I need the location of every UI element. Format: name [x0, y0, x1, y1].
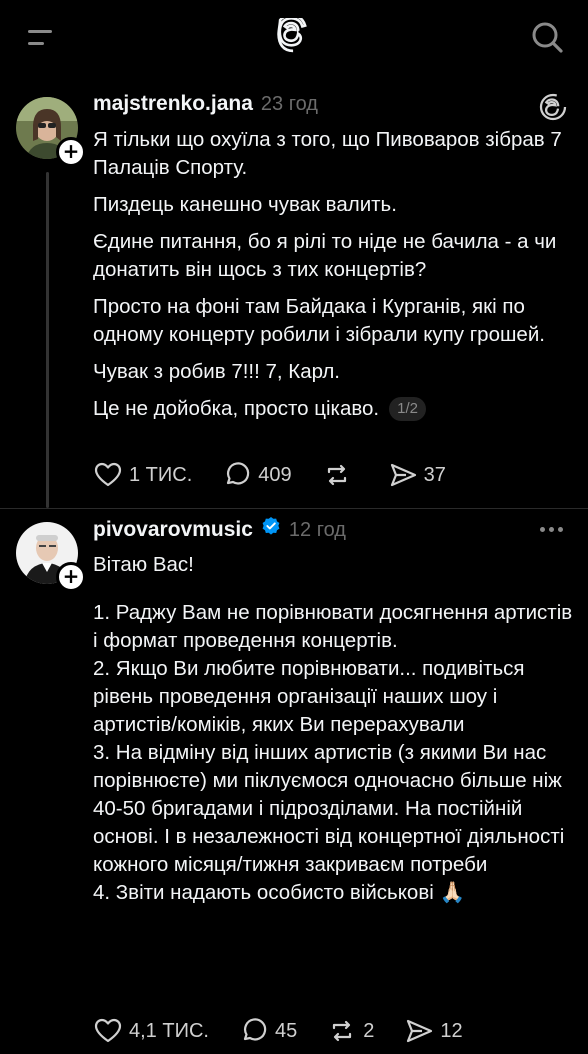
- follow-plus-icon[interactable]: +: [56, 562, 86, 592]
- repost-button[interactable]: [322, 460, 358, 490]
- username[interactable]: pivovarovmusic: [93, 518, 253, 542]
- threads-logo-icon: [539, 93, 567, 121]
- heart-icon: [94, 1018, 122, 1043]
- repost-icon: [327, 464, 346, 486]
- repost-count: 2: [363, 1019, 375, 1042]
- post-paragraph: Просто на фоні там Байдака і Курганів, я…: [93, 295, 545, 346]
- like-count: 1 ТИС.: [129, 463, 193, 486]
- post-body: Я тільки що охуїла з того, що Пивоваров …: [93, 126, 573, 423]
- reply-button[interactable]: 409: [222, 460, 292, 490]
- follow-plus-icon[interactable]: +: [56, 137, 86, 167]
- post-actions: 1 ТИС. 409 37: [93, 459, 476, 491]
- reply-count: 45: [274, 1019, 298, 1042]
- post-time: 12 год: [288, 519, 346, 541]
- thread-connector-line: [46, 172, 49, 508]
- post-meta: pivovarovmusic 12 год: [93, 516, 346, 546]
- post-paragraph: Єдине питання, бо я рілі то ніде не бачи…: [93, 230, 557, 281]
- thread-pager-badge[interactable]: 1/2: [389, 397, 426, 421]
- post-line: 3. На відміну від інших артистів (з яким…: [93, 741, 565, 876]
- post-meta: majstrenko.jana 23 год: [93, 92, 318, 122]
- username[interactable]: majstrenko.jana: [93, 92, 253, 116]
- post-divider: [0, 508, 588, 509]
- share-count: 37: [423, 463, 446, 486]
- reply-button[interactable]: 45: [239, 1016, 297, 1046]
- repost-icon: [333, 1020, 352, 1042]
- post-body: Вітаю Вас! 1. Раджу Вам не порівнювати д…: [93, 551, 575, 907]
- verified-badge-icon: [262, 517, 280, 535]
- post-line: 2. Якщо Ви любите порівнювати... подивіт…: [93, 657, 525, 736]
- avatar-pivovarovmusic[interactable]: +: [16, 522, 86, 592]
- top-bar: [0, 0, 588, 80]
- like-button[interactable]: 1 ТИС.: [93, 460, 192, 490]
- like-button[interactable]: 4,1 ТИС.: [93, 1016, 209, 1046]
- share-icon: [407, 1019, 433, 1043]
- comment-icon: [227, 462, 250, 485]
- avatar-majstrenko-jana[interactable]: +: [16, 97, 86, 167]
- more-options-icon[interactable]: [538, 524, 566, 534]
- search-icon[interactable]: [530, 20, 564, 54]
- share-icon: [390, 463, 416, 487]
- post-time: 23 год: [260, 93, 318, 115]
- share-button[interactable]: 12: [404, 1016, 463, 1046]
- post-line: 4. Звіти надають особисто військові 🙏🏻: [93, 881, 466, 904]
- post-paragraph: Я тільки що охуїла з того, що Пивоваров …: [93, 128, 562, 179]
- heart-icon: [94, 462, 122, 487]
- share-count: 12: [440, 1019, 463, 1042]
- like-count: 4,1 ТИС.: [129, 1019, 209, 1042]
- post-greeting: Вітаю Вас!: [93, 553, 194, 576]
- threads-logo-icon[interactable]: [275, 18, 313, 56]
- repost-button[interactable]: 2: [327, 1016, 374, 1046]
- menu-icon[interactable]: [28, 28, 52, 48]
- post-paragraph: Пиздець канешно чувак валить.: [93, 193, 397, 216]
- post-actions: 4,1 ТИС. 45 2 12: [93, 1015, 493, 1047]
- post-paragraph: Це не дойобка, просто цікаво.: [93, 397, 380, 420]
- reply-count: 409: [258, 463, 292, 486]
- share-button[interactable]: 37: [388, 460, 446, 490]
- comment-icon: [243, 1018, 267, 1041]
- post-line: 1. Раджу Вам не порівнювати досягнення а…: [93, 601, 573, 652]
- post-paragraph: Чувак з робив 7!!! 7, Карл.: [93, 360, 340, 383]
